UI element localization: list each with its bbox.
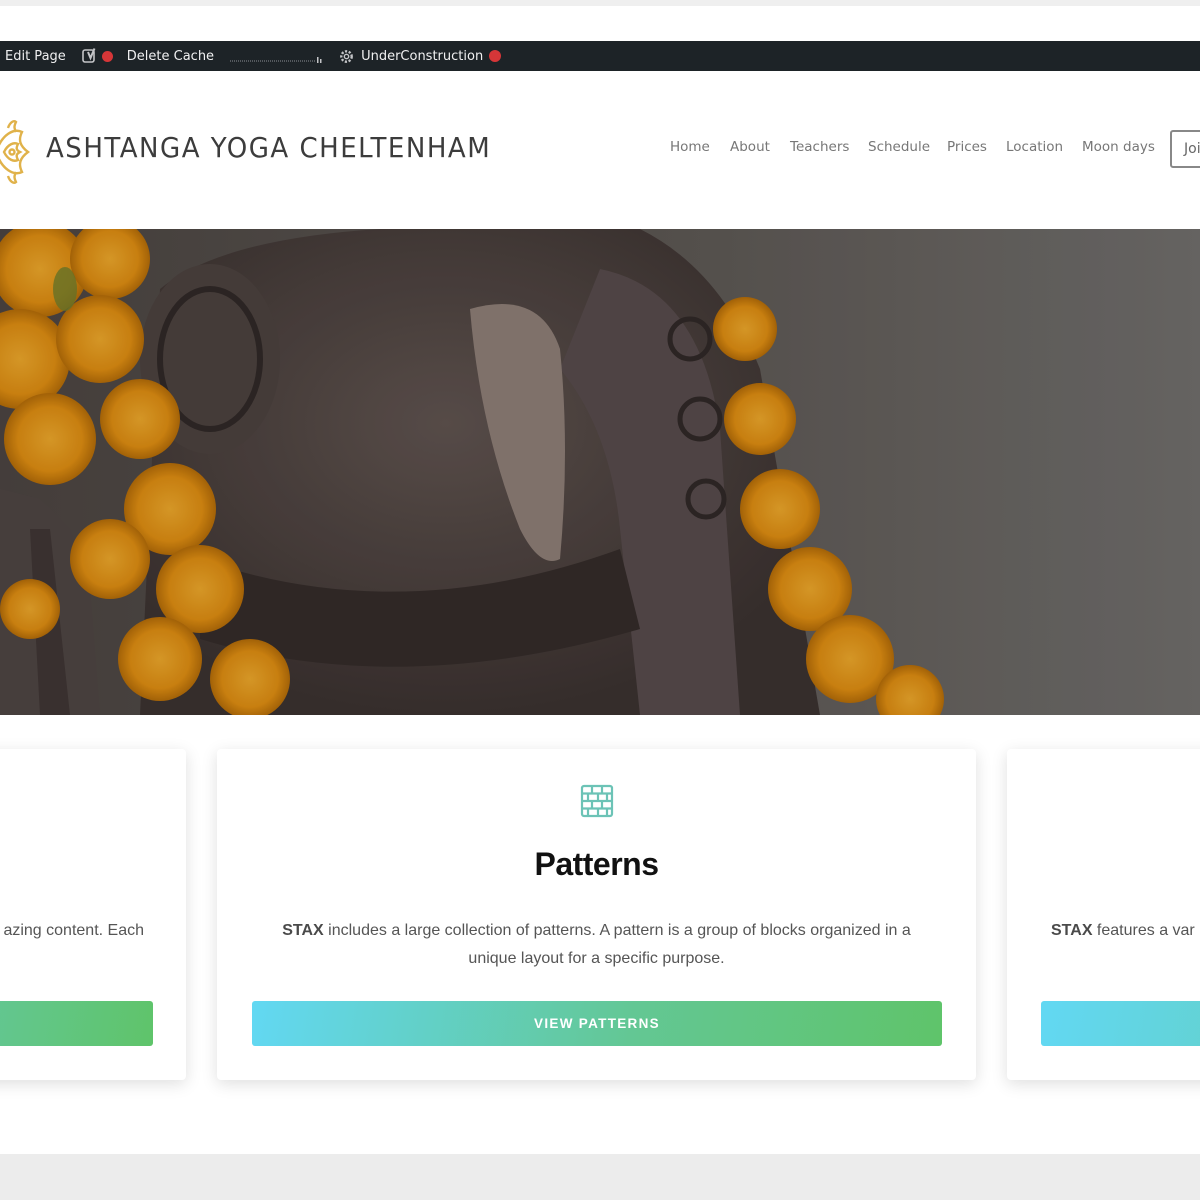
card-text-patterns: STAX includes a large collection of patt… (257, 917, 936, 973)
nav-prices[interactable]: Prices (947, 139, 987, 155)
edit-page-link[interactable]: Edit Page (5, 41, 66, 71)
browser-page: Edit Page Delete Cache UnderConstruction (0, 6, 1200, 1154)
delete-cache-link[interactable]: Delete Cache (127, 41, 214, 71)
admin-bar: Edit Page Delete Cache UnderConstruction (0, 41, 1200, 71)
right-card-button[interactable] (1041, 1001, 1200, 1046)
lotus-logo-icon[interactable] (0, 114, 30, 190)
stats-sparkline[interactable] (230, 47, 324, 65)
brand-name-right: STAX (1051, 922, 1093, 939)
feature-card-patterns: Patterns STAX includes a large collectio… (217, 749, 976, 1080)
nav-moon-days[interactable]: Moon days (1082, 139, 1155, 155)
nav-location[interactable]: Location (1006, 139, 1063, 155)
card-text-line1: includes a large collection of patterns.… (323, 922, 911, 939)
page-footer-strip (0, 1154, 1200, 1200)
view-patterns-button[interactable]: VIEW PATTERNS (252, 1001, 942, 1046)
site-title[interactable]: ASHTANGA YOGA CHELTENHAM (46, 131, 491, 164)
yoast-seo-icon[interactable] (81, 48, 98, 64)
brick-wall-icon (580, 784, 614, 818)
nav-home[interactable]: Home (670, 139, 710, 155)
card-text-line2: unique layout for a specific purpose. (468, 950, 725, 967)
seo-status-indicator (98, 41, 113, 71)
nav-schedule[interactable]: Schedule (868, 139, 930, 155)
left-card-button[interactable] (0, 1001, 153, 1046)
join-button[interactable]: Joi (1170, 130, 1200, 168)
feature-card-right: STAX features a var (1007, 749, 1200, 1080)
seo-status-dot (101, 50, 113, 62)
under-construction-status-dot (489, 50, 502, 62)
card-heading-patterns: Patterns (534, 846, 659, 882)
under-construction-link[interactable]: UnderConstruction (361, 41, 483, 71)
feature-card-left: azing content. Each (0, 749, 186, 1080)
gear-icon[interactable] (338, 48, 355, 65)
hero-image (0, 229, 1200, 715)
nav-about[interactable]: About (730, 139, 770, 155)
right-card-text: STAX features a var (1051, 917, 1195, 945)
nav-teachers[interactable]: Teachers (790, 139, 849, 155)
right-card-text-rest: features a var (1092, 922, 1195, 939)
brand-name: STAX (282, 922, 324, 939)
left-card-text: azing content. Each (3, 922, 144, 939)
under-construction-indicator (483, 41, 502, 71)
